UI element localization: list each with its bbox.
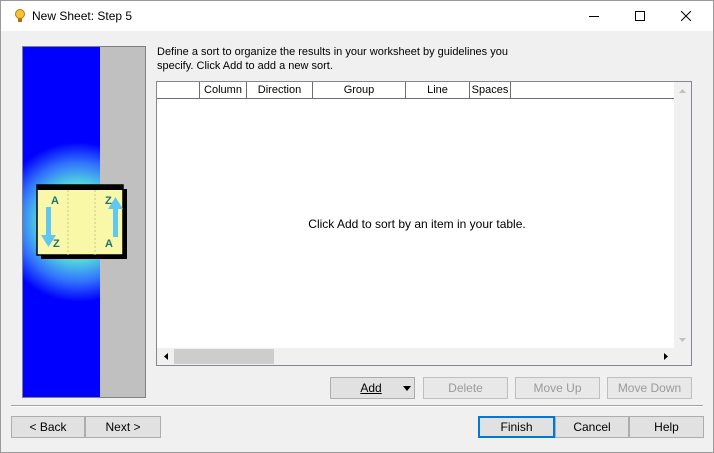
column-header-group[interactable]: Group [313,82,406,99]
title-bar[interactable]: New Sheet: Step 5 [1,1,713,31]
header-filler [511,82,677,99]
finish-button[interactable]: Finish [478,416,555,438]
window-title: New Sheet: Step 5 [32,9,133,23]
maximize-icon [635,11,645,21]
close-button[interactable] [663,1,709,31]
minimize-icon [589,16,599,17]
column-header-selector[interactable] [157,82,200,99]
move-up-button[interactable]: Move Up [515,377,600,399]
lightbulb-icon [12,8,28,24]
column-header-spaces[interactable]: Spaces [470,82,511,99]
cancel-button[interactable]: Cancel [555,416,629,438]
sort-letter-z-bottom: Z [53,238,60,250]
minimize-button[interactable] [571,1,617,31]
vertical-scrollbar[interactable] [674,82,691,348]
back-button[interactable]: < Back [11,416,85,438]
step-description: Define a sort to organize the results in… [157,46,508,72]
empty-grid-message: Click Add to sort by an item in your tab… [308,217,526,231]
footer-separator [11,405,703,407]
column-header-column[interactable]: Column [200,82,247,99]
help-button[interactable]: Help [629,416,704,438]
close-icon [681,11,691,21]
scroll-left-icon[interactable] [157,348,174,365]
sort-letter-a-bottom: A [105,238,113,250]
move-down-button[interactable]: Move Down [607,377,692,399]
horizontal-scroll-thumb[interactable] [174,349,274,364]
sort-letter-z-top: Z [105,195,112,207]
next-button[interactable]: Next > [85,416,161,438]
grid-header: Column Direction Group Line Spaces [157,82,677,99]
wizard-side-image: A Z Z A [22,46,146,398]
scroll-right-icon[interactable] [657,348,674,365]
column-header-direction[interactable]: Direction [247,82,313,99]
maximize-button[interactable] [617,1,663,31]
wizard-window: New Sheet: Step 5 A Z Z A Define a sort … [0,0,714,453]
add-button-label: Add [360,381,382,395]
add-button[interactable]: Add [330,377,415,399]
column-header-line[interactable]: Line [406,82,470,99]
sort-letter-a-top: A [51,195,59,207]
add-dropdown-arrow-icon[interactable] [400,378,414,398]
scroll-down-icon[interactable] [674,331,691,348]
delete-button[interactable]: Delete [423,377,508,399]
scroll-up-icon[interactable] [674,82,691,99]
horizontal-scrollbar[interactable] [157,348,674,365]
sort-grid[interactable]: Column Direction Group Line Spaces Click… [156,81,692,366]
scroll-corner [674,348,691,365]
